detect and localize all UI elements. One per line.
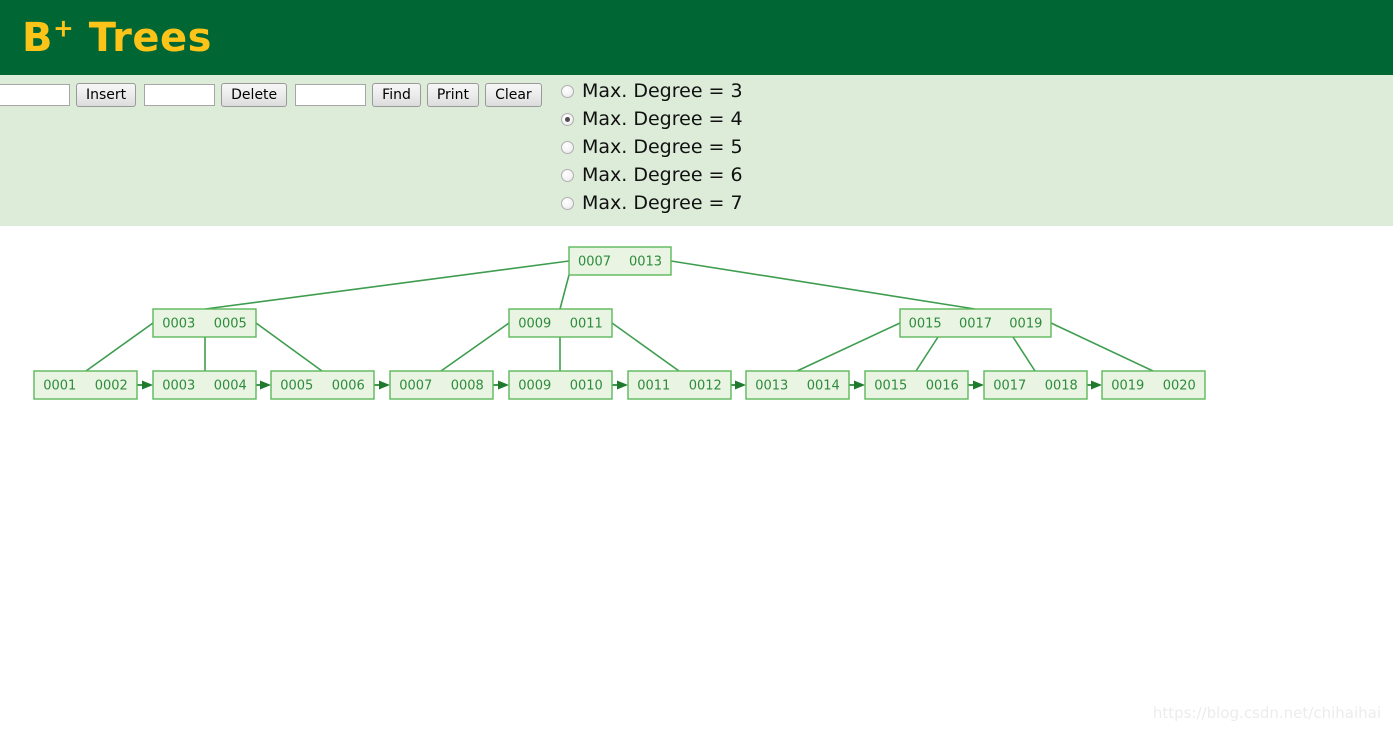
node-key: 0005 [280,379,313,394]
bplus-tree-diagram: 0007 0013 0003 0005 0009 0011 0015 0017 0019 0001… [33,246,1206,400]
page-title-superscript: + [53,13,75,43]
leaf-link-arrow-icon [379,380,390,390]
radio-5-icon[interactable] [561,140,574,154]
max-degree-radio-group: Max. Degree = 3 Max. Degree = 4 Max. Degre… [561,77,743,217]
print-button[interactable]: Print [426,83,480,107]
node-key: 0007 [399,379,432,394]
clear-button[interactable]: Clear [485,83,542,107]
tree-edge [1050,322,1154,372]
leaf-node: 0015 0016 [864,370,969,400]
node-key: 0006 [332,379,365,394]
node-key: 0016 [926,379,959,394]
leaf-link-arrow-icon [498,380,509,390]
node-key: 0002 [95,379,128,394]
find-button[interactable]: Find [372,83,421,107]
leaf-node: 0005 0006 [270,370,375,400]
leaf-node: 0001 0002 [33,370,138,400]
tree-edge [559,274,570,310]
tree-edge [670,260,976,310]
degree-option-4[interactable]: Max. Degree = 4 [561,105,743,133]
degree-option-5[interactable]: Max. Degree = 5 [561,133,743,161]
node-key: 0007 [578,255,611,270]
degree-option-6[interactable]: Max. Degree = 6 [561,161,743,189]
node-key: 0001 [43,379,76,394]
node-key: 0011 [570,317,603,332]
node-key: 0005 [214,317,247,332]
tree-edge [915,336,939,372]
node-key: 0004 [214,379,247,394]
node-key: 0009 [518,317,551,332]
degree-option-label: Max. Degree = 5 [582,136,743,158]
node-key: 0009 [518,379,551,394]
header-banner: B+ Trees [0,0,1393,75]
leaf-link-arrow-icon [854,380,865,390]
control-panel: Insert Delete Find Print Clear Max. Degr… [0,75,1393,226]
leaf-link-arrow-icon [735,380,746,390]
node-key: 0017 [959,317,992,332]
internal-node: 0015 0017 0019 [899,308,1052,338]
node-key: 0003 [162,317,195,332]
page-title-base: B [22,14,53,61]
node-key: 0014 [807,379,840,394]
node-key: 0015 [874,379,907,394]
node-key: 0018 [1045,379,1078,394]
delete-button[interactable]: Delete [221,83,288,107]
degree-option-3[interactable]: Max. Degree = 3 [561,77,743,105]
insert-input[interactable] [0,84,70,106]
node-key: 0017 [993,379,1026,394]
node-key: 0012 [689,379,722,394]
node-key: 0020 [1163,379,1196,394]
node-key: 0010 [570,379,603,394]
leaf-link-arrow-icon [260,380,271,390]
internal-node: 0009 0011 [508,308,613,338]
node-key: 0011 [637,379,670,394]
tree-edge [255,322,323,372]
radio-6-icon[interactable] [561,168,574,182]
degree-option-label: Max. Degree = 7 [582,192,743,214]
node-key: 0015 [909,317,942,332]
node-key: 0003 [162,379,195,394]
leaf-node: 0011 0012 [627,370,732,400]
degree-option-label: Max. Degree = 6 [582,164,743,186]
watermark: https://blog.csdn.net/chihaihai [1152,704,1381,722]
leaf-node: 0007 0008 [389,370,494,400]
node-key: 0013 [755,379,788,394]
node-key: 0019 [1111,379,1144,394]
internal-node: 0003 0005 [152,308,257,338]
leaf-node: 0019 0020 [1101,370,1206,400]
node-key: 0013 [629,255,662,270]
insert-button[interactable]: Insert [76,83,137,107]
degree-option-label: Max. Degree = 3 [582,80,743,102]
leaf-node: 0013 0014 [745,370,850,400]
tree-nodes-layer: 0007 0013 0003 0005 0009 0011 0015 0017 0019 0001… [33,246,1206,400]
tree-edge [85,322,154,372]
delete-input[interactable] [144,84,216,106]
leaf-link-arrow-icon [973,380,984,390]
radio-3-icon[interactable] [561,84,574,98]
tree-canvas: 0007 0013 0003 0005 0009 0011 0015 0017 0019 0001… [0,226,1393,731]
degree-option-7[interactable]: Max. Degree = 7 [561,189,743,217]
toolbar: Insert Delete Find Print Clear [0,83,548,107]
tree-edge [611,322,680,372]
node-key: 0008 [451,379,484,394]
tree-edge [1012,336,1036,372]
find-input[interactable] [295,84,367,106]
leaf-node: 0009 0010 [508,370,613,400]
tree-edge [204,260,570,310]
root-node: 0007 0013 [568,246,672,276]
leaf-link-arrow-icon [1091,380,1102,390]
leaf-link-arrow-icon [617,380,628,390]
tree-edge [440,322,510,372]
tree-edge [796,322,901,372]
radio-4-icon[interactable] [561,112,574,126]
radio-7-icon[interactable] [561,196,574,210]
degree-option-label: Max. Degree = 4 [582,108,743,130]
page-title-rest: Trees [74,14,212,61]
page-title: B+ Trees [22,14,212,61]
leaf-node: 0017 0018 [983,370,1088,400]
node-key: 0019 [1009,317,1042,332]
leaf-link-arrow-icon [142,380,153,390]
leaf-node: 0003 0004 [152,370,257,400]
